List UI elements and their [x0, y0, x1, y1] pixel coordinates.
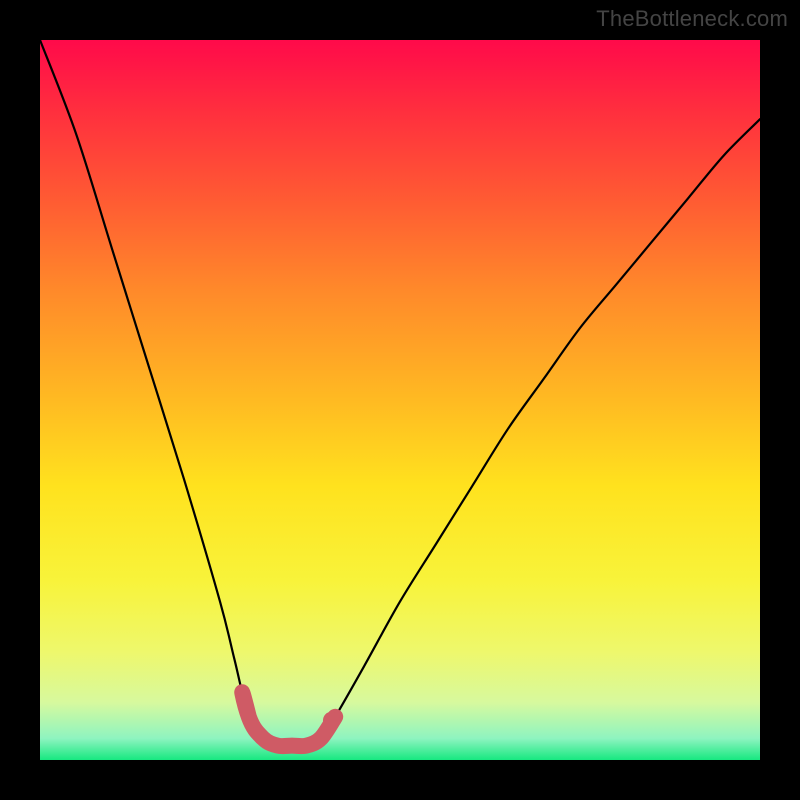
plot-area	[40, 40, 760, 760]
curve-markers	[323, 712, 340, 729]
bottleneck-curve-thin	[40, 40, 760, 746]
bottleneck-curve-thick	[242, 692, 335, 746]
chart-frame: TheBottleneck.com	[0, 0, 800, 800]
watermark-text: TheBottleneck.com	[596, 6, 788, 32]
curve-marker	[323, 712, 340, 729]
curve-layer	[40, 40, 760, 760]
